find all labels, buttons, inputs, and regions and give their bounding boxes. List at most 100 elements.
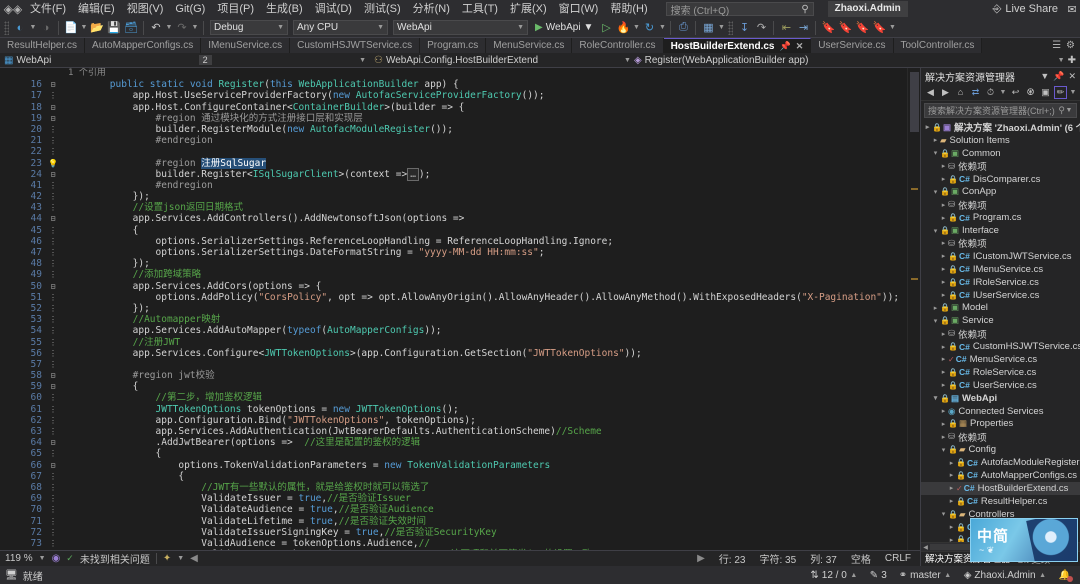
tree-node[interactable]: ▸ 🔒 C# IUserService.cs [921, 289, 1080, 302]
tree-node[interactable]: ▾ 🔒 ▣ ConApp [921, 185, 1080, 198]
tree-node[interactable]: ▸ ⛁ 依赖项 [921, 430, 1080, 444]
tree-node[interactable]: ▸ ▰ Solution Items [921, 134, 1080, 147]
tree-node[interactable]: ▸ 🔒 C# Program.cs [921, 211, 1080, 224]
back-dropdown-icon[interactable]: ▼ [29, 24, 37, 31]
toolbar-grip[interactable] [4, 20, 9, 35]
step-into-icon[interactable]: ↧ [736, 20, 752, 36]
solution-explorer-search-input[interactable]: 搜索解决方案资源管理器(Ctrl+;) ⚲ ▼ [924, 103, 1077, 118]
restart-icon[interactable]: ↻ [641, 20, 657, 36]
chevron-right-icon[interactable]: ▸ [947, 484, 956, 492]
account-badge[interactable]: Zhaoxi.Admin [827, 1, 908, 17]
chevron-right-icon[interactable]: ▸ [947, 471, 956, 479]
h-scroll-right-icon[interactable]: ▶ [697, 553, 705, 564]
menu-item-0[interactable]: 文件(F) [24, 0, 72, 18]
bookmark-icon[interactable]: 🔖 [820, 20, 836, 36]
fold-toggle-icon[interactable]: ⊟ [51, 103, 56, 112]
menu-item-9[interactable]: 工具(T) [456, 0, 504, 18]
chevron-down-icon[interactable]: ▼ [39, 555, 46, 562]
fold-toggle-icon[interactable]: ⊟ [51, 170, 56, 179]
toolbar-grip-2[interactable] [728, 20, 734, 35]
show-all-files-icon[interactable]: ▣ [1039, 86, 1052, 99]
chevron-down-icon[interactable]: ▾ [931, 317, 940, 325]
tree-node[interactable]: ▸ 🔒 C# IMenuService.cs [921, 263, 1080, 276]
new-project-dropdown-icon[interactable]: ▼ [80, 24, 88, 31]
pending-changes-icon[interactable]: ⏱ [984, 86, 997, 99]
document-tab-1[interactable]: AutoMapperConfigs.cs [85, 38, 202, 53]
chevron-down-icon[interactable]: ▼ [624, 57, 631, 64]
forward-icon[interactable]: ▶ [939, 86, 952, 99]
tree-node[interactable]: ▸ ⛁ 依赖项 [921, 237, 1080, 251]
menu-item-8[interactable]: 分析(N) [407, 0, 456, 18]
tree-node[interactable]: ▸ ⛁ 依赖项 [921, 327, 1080, 341]
chevron-right-icon[interactable]: ▸ [931, 304, 940, 312]
chevron-down-icon[interactable]: ▾ [931, 149, 940, 157]
chevron-down-icon[interactable]: ▼ [359, 57, 366, 64]
chevron-right-icon[interactable]: ▸ [939, 433, 948, 441]
window-layout-dropdown-icon[interactable]: ▼ [717, 24, 725, 31]
navigate-back-icon[interactable]: ◐ [12, 20, 28, 36]
feedback-icon[interactable]: ✉ [1064, 1, 1080, 17]
document-tab-9[interactable]: ToolController.cs [893, 38, 983, 53]
document-tab-3[interactable]: CustomHSJWTService.cs [290, 38, 421, 53]
platform-dropdown[interactable]: Any CPU ▼ [293, 20, 388, 35]
tree-node[interactable]: ▸ 🔒 C# IRoleService.cs [921, 276, 1080, 289]
chevron-down-icon[interactable]: ▼ [999, 89, 1007, 96]
chevron-right-icon[interactable]: ▸ [939, 278, 948, 286]
undo-dropdown-icon[interactable]: ▼ [165, 24, 173, 31]
chevron-down-icon[interactable]: ▾ [931, 188, 940, 196]
fold-toggle-icon[interactable]: ⊟ [51, 461, 56, 470]
chevron-down-icon[interactable]: ▾ [931, 227, 940, 235]
new-project-icon[interactable]: 📄 [63, 20, 79, 36]
document-tab-7[interactable]: HostBuilderExtend.cs 📌 ✕ [663, 38, 812, 53]
back-icon[interactable]: ◀ [924, 86, 937, 99]
tree-node[interactable]: ▸ ✓ C# MenuService.cs [921, 353, 1080, 366]
branch-selector[interactable]: ⚭ master ▲ [899, 570, 952, 581]
h-scroll-left-icon[interactable]: ◀ [190, 553, 198, 564]
chevron-down-icon[interactable]: ▼ [1065, 107, 1073, 114]
pin-icon[interactable]: 📌 [1053, 71, 1064, 82]
chevron-right-icon[interactable]: ▸ [939, 265, 948, 273]
tree-node[interactable]: ▸ ⛁ 依赖项 [921, 160, 1080, 174]
configuration-dropdown[interactable]: Debug ▼ [210, 20, 288, 35]
chevron-right-icon[interactable]: ▸ [939, 214, 948, 222]
tree-node[interactable]: ▾ 🔒 ▰ Config [921, 443, 1080, 456]
tree-node[interactable]: ▸ 🔒 C# RoleService.cs [921, 366, 1080, 379]
chevron-right-icon[interactable]: ▸ [939, 291, 948, 299]
breadcrumb-class[interactable]: ⚇ WebApi.Config.HostBuilderExtend [370, 55, 620, 66]
global-search-input[interactable]: 搜索 (Ctrl+Q) ⚲ [665, 2, 814, 17]
live-share-button[interactable]: ⎆ Live Share [993, 3, 1064, 16]
chevron-right-icon[interactable]: ▸ [939, 368, 948, 376]
window-layout-icon[interactable]: ▦ [700, 20, 716, 36]
menu-item-2[interactable]: 视图(V) [121, 0, 170, 18]
scroll-left-icon[interactable]: ◀ [921, 544, 930, 551]
undo-icon[interactable]: ↶ [148, 20, 164, 36]
menu-item-11[interactable]: 窗口(W) [553, 0, 605, 18]
code-editor[interactable]: 16 17 18 19 20 21 22 23 24 41 42 43 44 45 46 47 48 49 50 51… [0, 68, 920, 550]
sync-with-active-icon[interactable]: ⇄ [969, 86, 982, 99]
solution-tree[interactable]: ▸🔒▣解决方案 'Zhaoxi.Admin' (6 个项目，共 6 个▸▰Sol… [921, 120, 1080, 542]
indent-increase-icon[interactable]: ⇥ [795, 20, 811, 36]
tree-node[interactable]: ▸ ✓ C# HostBuilderExtend.cs [921, 481, 1080, 495]
chevron-down-icon[interactable]: ▼ [1058, 57, 1065, 64]
tab-overflow-icon[interactable]: ☰ [1052, 40, 1061, 51]
chevron-right-icon[interactable]: ▸ [931, 136, 940, 144]
indent-decrease-icon[interactable]: ⇤ [778, 20, 794, 36]
code-text-area[interactable]: 1 个引用 public static void Register(this W… [60, 68, 920, 550]
toolbar-overflow-icon[interactable]: ▼ [888, 24, 896, 31]
menu-item-5[interactable]: 生成(B) [260, 0, 309, 18]
document-tab-2[interactable]: IMenuService.cs [201, 38, 291, 53]
fold-toggle-icon[interactable]: ⊟ [51, 282, 56, 291]
chevron-right-icon[interactable]: ▸ [939, 162, 948, 170]
document-tab-0[interactable]: ResultHelper.cs [0, 38, 86, 53]
chevron-right-icon[interactable]: ▸ [939, 201, 948, 209]
chevron-right-icon[interactable]: ▸ [947, 523, 956, 531]
properties-icon[interactable]: ✏ [1054, 85, 1067, 99]
fold-toggle-icon[interactable]: ⊟ [51, 80, 56, 89]
menu-item-1[interactable]: 编辑(E) [72, 0, 121, 18]
startup-project-dropdown[interactable]: WebApi ▼ [393, 20, 528, 35]
tree-node[interactable]: ▸ 🔒 C# CustomHSJWTService.cs [921, 340, 1080, 353]
lightbulb-icon[interactable]: 💡 [48, 159, 58, 168]
chevron-down-icon[interactable]: ▼ [177, 555, 184, 562]
tree-node[interactable]: ▸ 🔒 C# ResultHelper.cs [921, 495, 1080, 508]
chevron-right-icon[interactable]: ▸ [939, 252, 948, 260]
